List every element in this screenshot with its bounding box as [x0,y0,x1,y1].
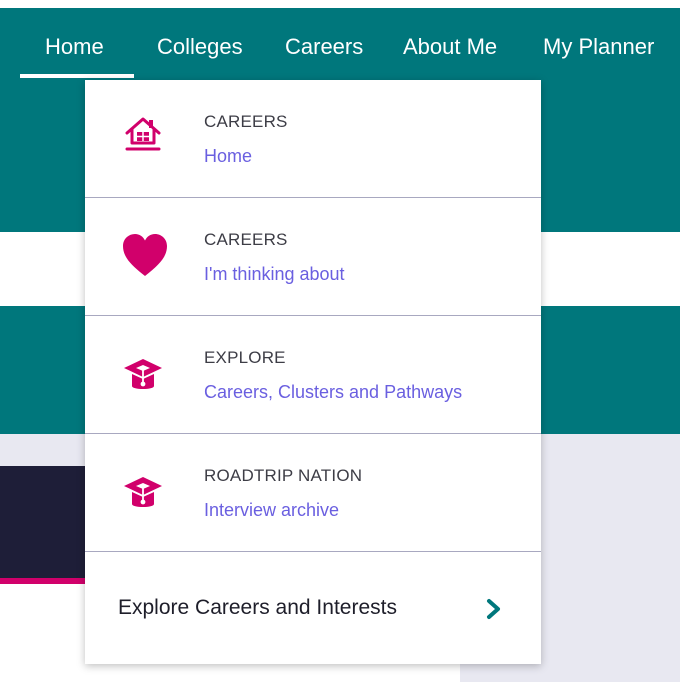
dropdown-item-title: CAREERS [204,112,288,131]
dark-panel [0,466,92,580]
nav-item-about-me[interactable]: About Me [403,34,497,60]
dropdown-item-link[interactable]: Home [204,146,252,167]
dropdown-item-link[interactable]: Careers, Clusters and Pathways [204,382,462,403]
house-icon [125,117,161,151]
chevron-right-icon [487,599,500,619]
nav-active-indicator [20,74,134,78]
dropdown-item-title: CAREERS [204,230,288,249]
home-dropdown-menu: CAREERS Home CAREERS I'm thinking about … [85,80,541,664]
dropdown-item-explore-pathways[interactable]: EXPLORE Careers, Clusters and Pathways [85,316,541,434]
graduation-cap-icon [124,359,162,389]
dropdown-item-link[interactable]: Interview archive [204,500,339,521]
dropdown-item-careers-home[interactable]: CAREERS Home [85,80,541,198]
accent-line [0,578,92,584]
dropdown-item-title: ROADTRIP NATION [204,466,363,485]
graduation-cap-icon [124,477,162,507]
heart-icon [123,234,167,276]
footer-link-label: Explore Careers and Interests [118,596,397,619]
nav-item-careers[interactable]: Careers [285,34,363,60]
explore-careers-footer-link[interactable]: Explore Careers and Interests [85,552,541,664]
nav-item-my-planner[interactable]: My Planner [543,34,654,60]
nav-item-home[interactable]: Home [45,34,104,60]
page-top-strip [0,0,680,8]
nav-item-colleges[interactable]: Colleges [157,34,243,60]
dropdown-item-roadtrip-nation[interactable]: ROADTRIP NATION Interview archive [85,434,541,552]
dropdown-item-title: EXPLORE [204,348,286,367]
dropdown-item-link[interactable]: I'm thinking about [204,264,345,285]
dropdown-item-careers-thinking[interactable]: CAREERS I'm thinking about [85,198,541,316]
